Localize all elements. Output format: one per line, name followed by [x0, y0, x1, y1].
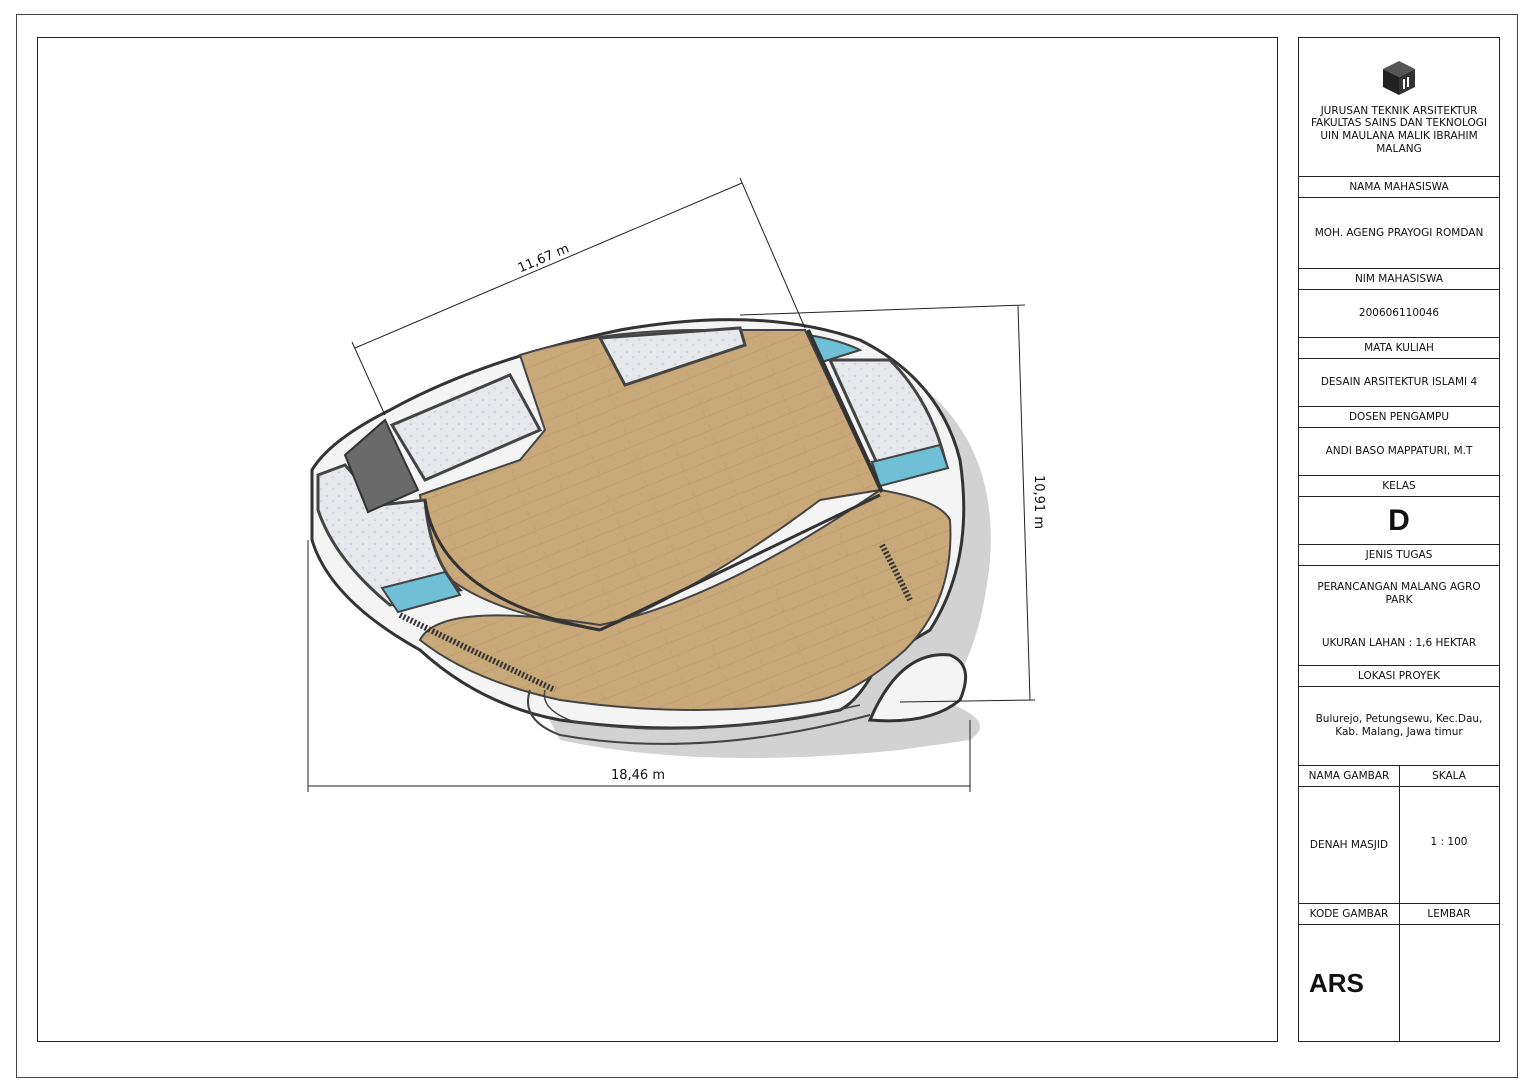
scale-value: 1 : 100: [1399, 786, 1499, 896]
lecturer-value: ANDI BASO MAPPATURI, M.T: [1299, 427, 1499, 475]
course-label: MATA KULIAH: [1299, 337, 1499, 358]
drawing-code-value: ARS: [1299, 924, 1399, 1041]
drawing-name-label: NAMA GAMBAR: [1299, 765, 1399, 786]
lecturer-label: DOSEN PENGAMPU: [1299, 406, 1499, 427]
class-value: D: [1299, 496, 1499, 544]
location-label: LOKASI PROYEK: [1299, 665, 1499, 686]
class-label: KELAS: [1299, 475, 1499, 496]
nim-label: NIM MAHASISWA: [1299, 268, 1499, 289]
title-block: JURUSAN TEKNIK ARSITEKTUR FAKULTAS SAINS…: [1298, 37, 1500, 1042]
sheet-label: LEMBAR: [1399, 903, 1499, 924]
mosque-floor-plan: 11,67 m 10,91 m 18,46 m: [307, 177, 1046, 792]
scale-label: SKALA: [1399, 765, 1499, 786]
student-name: MOH. AGENG PRAYOGI ROMDAN: [1299, 197, 1499, 268]
sheet-value: [1399, 924, 1499, 1041]
drawing-code-label: KODE GAMBAR: [1299, 903, 1399, 924]
task-label: JENIS TUGAS: [1299, 544, 1499, 565]
course-value: DESAIN ARSITEKTUR ISLAMI 4: [1299, 358, 1499, 406]
drawing-name-value: DENAH MASJID: [1299, 786, 1399, 903]
university-logo-icon: [1383, 60, 1415, 95]
dimension-right-label: 10,91 m: [1031, 475, 1046, 529]
task-value: PERANCANGAN MALANG AGRO PARK: [1317, 581, 1481, 606]
title-block-divider: [1399, 765, 1400, 1041]
dimension-bottom-label: 18,46 m: [611, 768, 665, 783]
student-label: NAMA MAHASISWA: [1299, 176, 1499, 197]
site-size: UKURAN LAHAN : 1,6 HEKTAR: [1321, 637, 1477, 650]
location-value: Bulurejo, Petungsewu, Kec.Dau, Kab. Mala…: [1299, 686, 1499, 765]
institution-cell: JURUSAN TEKNIK ARSITEKTUR FAKULTAS SAINS…: [1299, 38, 1499, 176]
institution-text: JURUSAN TEKNIK ARSITEKTUR FAKULTAS SAINS…: [1310, 104, 1488, 155]
task-cell: PERANCANGAN MALANG AGRO PARK UKURAN LAHA…: [1299, 565, 1499, 665]
nim-value: 200606110046: [1299, 289, 1499, 337]
